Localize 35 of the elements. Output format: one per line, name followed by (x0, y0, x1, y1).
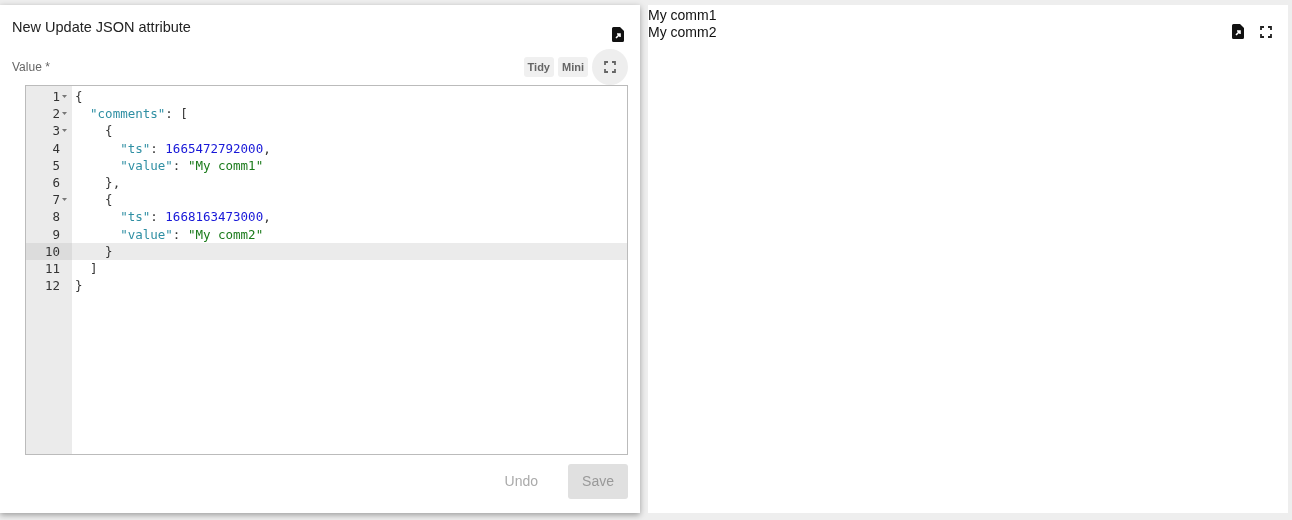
line-number: 9 (52, 225, 60, 243)
line-number: 8 (52, 208, 60, 226)
line-number: 12 (44, 277, 60, 295)
line-number: 3 (52, 122, 60, 140)
file-export-icon[interactable] (1232, 24, 1244, 39)
dialog-title: New Update JSON attribute (12, 18, 191, 37)
line-number: 4 (52, 139, 60, 157)
line-number: 7 (52, 191, 60, 209)
file-export-icon[interactable] (612, 27, 624, 42)
fullscreen-button[interactable] (592, 49, 628, 85)
line-number: 6 (52, 173, 60, 192)
tool-button[interactable]: Tidy (523, 56, 554, 78)
line-number: 2 (52, 105, 60, 123)
field-label: Value * (12, 59, 50, 76)
code-line: "comments": [ (89, 105, 189, 123)
fullscreen-icon (604, 61, 616, 73)
line-number: 10 (44, 242, 60, 260)
code-editor[interactable]: 1 2 3 4 5 6 7 8 9 10 11 12 { "comments": [ { "ts": 1665472792000, "value": "My comm1" }, { "ts": 1668163473000, "value": "My comm2" } ] } (25, 85, 628, 455)
fullscreen-icon[interactable] (1260, 26, 1272, 38)
code-line: "ts": 1665472792000, (119, 139, 272, 157)
code-line: } (74, 277, 84, 295)
code-line: "ts": 1668163473000, (119, 208, 272, 226)
code-line: { (104, 191, 114, 209)
code-line: "value": "My comm1" (119, 156, 265, 174)
code-line: "value": "My comm2" (119, 225, 265, 243)
comment-text: My comm2 (648, 24, 718, 41)
code-line: { (104, 122, 114, 140)
tool-button[interactable]: Mini (558, 56, 588, 78)
comment-text: My comm1 (648, 7, 718, 24)
code-line: { (74, 88, 84, 106)
code-line: ] (89, 259, 99, 278)
code-line: }, (104, 173, 122, 192)
line-number: 5 (52, 156, 60, 174)
line-number: 1 (52, 88, 60, 106)
line-number: 11 (44, 259, 60, 278)
